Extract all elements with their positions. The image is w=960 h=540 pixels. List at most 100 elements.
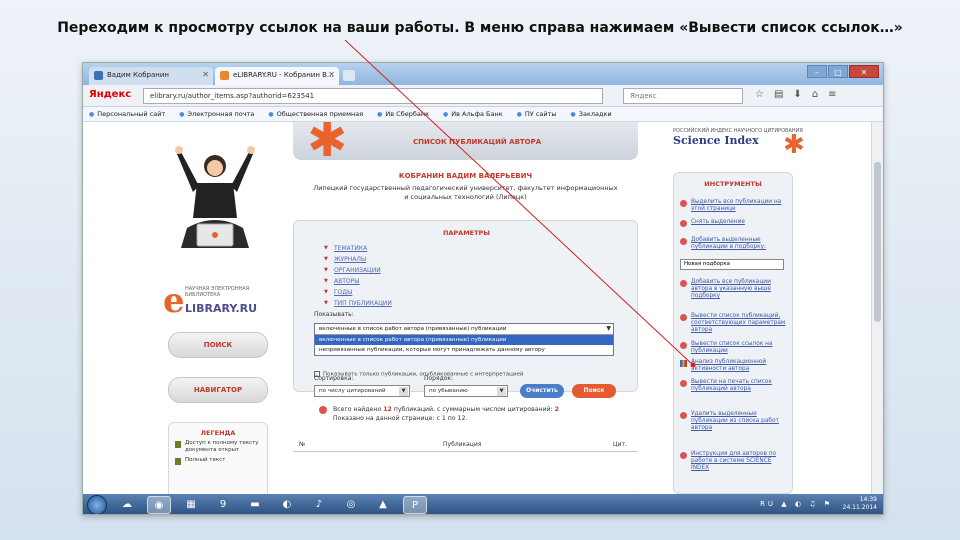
chevron-down-icon[interactable]: ▼ xyxy=(497,387,506,396)
parameters-panel: ПАРАМЕТРЫ ТЕМАТИКА ЖУРНАЛЫ ОРГАНИЗАЦИИ А… xyxy=(293,220,638,398)
bookmark-item[interactable]: Общественная приемная xyxy=(268,110,364,118)
tool-analysis[interactable]: Анализ публикационной активности автора xyxy=(680,359,790,373)
science-index-logo[interactable]: РОССИЙСКИЙ ИНДЕКС НАУЧНОГО ЦИТИРОВАНИЯ S… xyxy=(673,128,823,168)
param-link-journals[interactable]: ЖУРНАЛЫ xyxy=(324,254,392,265)
page-banner: ✱ СПИСОК ПУБЛИКАЦИЙ АВТОРА xyxy=(293,122,638,164)
legend-item: Полный текст xyxy=(169,454,267,465)
author-organization: Липецкий государственный педагогический … xyxy=(313,184,618,201)
parameters-title: ПАРАМЕТРЫ xyxy=(442,229,491,237)
author-name: КОБРАНИН ВАДИМ ВАЛЕРЬЕВИЧ xyxy=(398,172,533,180)
tool-add-selected[interactable]: Добавить выделенные публикации в подборк… xyxy=(680,237,790,251)
taskbar-music-icon[interactable]: ♪ xyxy=(307,496,331,514)
system-clock[interactable]: 14:39 24.11.2014 xyxy=(843,496,877,512)
bookmark-item[interactable]: ПУ сайты xyxy=(517,110,557,118)
bookmark-item[interactable]: Ив Сбербанк xyxy=(377,110,429,118)
tool-list-citations[interactable]: Вывести список ссылок на публикации xyxy=(680,341,790,355)
close-window-button[interactable]: ✕ xyxy=(849,65,879,78)
right-column: РОССИЙСКИЙ ИНДЕКС НАУЧНОГО ЦИТИРОВАНИЯ S… xyxy=(673,122,865,494)
show-dropdown[interactable]: включенные в список работ автора (привяз… xyxy=(314,323,614,356)
tool-add-all[interactable]: Добавить все публикации автора в указанн… xyxy=(680,279,790,300)
tool-remove-selected[interactable]: Удалить выделенные публикации из списка … xyxy=(680,411,790,432)
sort-label: Сортировка: xyxy=(314,375,354,382)
chevron-down-icon[interactable]: ▼ xyxy=(606,325,611,332)
legend-panel: ЛЕГЕНДА Доступ к полному тексту документ… xyxy=(168,422,268,494)
sort-select[interactable]: по числу цитирований ▼ xyxy=(314,385,410,397)
submit-search-button[interactable]: Поиск xyxy=(572,384,616,398)
taskbar-powerpoint-icon[interactable]: P xyxy=(403,496,427,514)
bookmark-item[interactable]: Ив Альфа Банк xyxy=(443,110,502,118)
tab-close-icon[interactable]: ✕ xyxy=(328,70,335,79)
tab-elibrary[interactable]: eLIBRARY.RU - Кобранин В... ✕ xyxy=(215,67,339,85)
web-page: e НАУЧНАЯ ЭЛЕКТРОННАЯ БИБЛИОТЕКА LIBRARY… xyxy=(83,122,873,494)
bookmark-item[interactable]: Электронная почта xyxy=(179,110,255,118)
dropdown-current-value: включенные в список работ автора (привяз… xyxy=(315,324,613,335)
publications-table-header: № Публикация Цит. xyxy=(293,440,638,452)
clipboard-icon[interactable]: ▤ xyxy=(774,89,783,100)
tool-deselect[interactable]: Снять выделение xyxy=(680,219,790,227)
taskbar-acrobat-icon[interactable]: ▲ xyxy=(371,496,395,514)
system-tray-icons[interactable]: RU ▲ ◐ ♫ ⚑ xyxy=(760,500,833,508)
tool-print[interactable]: Вывести на печать список публикаций авто… xyxy=(680,379,790,393)
tab-favicon-icon xyxy=(94,71,103,80)
bookmark-item[interactable]: Закладки xyxy=(571,110,612,118)
window-controls: – □ ✕ xyxy=(807,65,879,78)
param-link-pub-type[interactable]: ТИП ПУБЛИКАЦИИ xyxy=(324,298,392,309)
new-tab-button[interactable] xyxy=(343,70,355,81)
menu-icon[interactable]: ≡ xyxy=(828,89,836,100)
minimize-button[interactable]: – xyxy=(807,65,827,78)
collection-select[interactable]: Новая подборка xyxy=(680,259,784,270)
order-label: Порядок: xyxy=(424,375,454,382)
tool-instructions[interactable]: Инструкция для авторов по работе в систе… xyxy=(680,451,790,472)
taskbar-notes-icon[interactable]: ▬ xyxy=(243,496,267,514)
download-icon[interactable]: ⬇ xyxy=(793,89,801,100)
yandex-logo[interactable]: Яндекс xyxy=(89,89,131,100)
show-label: Показывать: xyxy=(314,311,354,318)
tab-close-icon[interactable]: ✕ xyxy=(202,70,209,79)
elibrary-logo-mark: e xyxy=(163,281,185,321)
page-title: СПИСОК ПУБЛИКАЦИЙ АВТОРА xyxy=(413,138,542,146)
param-link-organizations[interactable]: ОРГАНИЗАЦИИ xyxy=(324,265,392,276)
param-link-authors[interactable]: АВТОРЫ xyxy=(324,276,392,287)
start-button[interactable] xyxy=(87,495,107,514)
bookmark-star-icon[interactable]: ☆ xyxy=(755,89,764,100)
legend-item: Доступ к полному тексту документа открыт xyxy=(169,437,267,454)
column-header-number: № xyxy=(299,441,306,448)
home-icon[interactable]: ⌂ xyxy=(812,89,818,100)
tab-profile[interactable]: Вадим Кобранин ✕ xyxy=(89,67,213,85)
dropdown-option[interactable]: включенные в список работ автора (привяз… xyxy=(315,335,613,345)
elibrary-name: LIBRARY.RU xyxy=(185,302,258,315)
taskbar-firefox-icon[interactable]: ◉ xyxy=(147,496,171,514)
maximize-button[interactable]: □ xyxy=(828,65,848,78)
results-count: 12 xyxy=(383,406,392,413)
elibrary-logo[interactable]: e НАУЧНАЯ ЭЛЕКТРОННАЯ БИБЛИОТЕКА LIBRARY… xyxy=(163,282,273,322)
chevron-down-icon[interactable]: ▼ xyxy=(399,387,408,396)
tools-panel: ИНСТРУМЕНТЫ Выделить все публикации на э… xyxy=(673,172,793,494)
clear-button[interactable]: Очистить xyxy=(520,384,564,398)
scrollbar-thumb[interactable] xyxy=(874,162,881,322)
dropdown-option[interactable]: непривязанные публикации, которые могут … xyxy=(315,345,613,355)
browser-screenshot: Вадим Кобранин ✕ eLIBRARY.RU - Кобранин … xyxy=(82,62,884,515)
clock-time: 14:39 xyxy=(859,496,877,503)
order-select[interactable]: по убыванию ▼ xyxy=(424,385,508,397)
taskbar-explorer-icon[interactable]: ☁ xyxy=(115,496,139,514)
bookmark-item[interactable]: Персональный сайт xyxy=(89,110,165,118)
navigator-button[interactable]: НАВИГАТОР xyxy=(168,377,268,403)
parameter-links: ТЕМАТИКА ЖУРНАЛЫ ОРГАНИЗАЦИИ АВТОРЫ ГОДЫ… xyxy=(324,243,392,309)
tab-label: Вадим Кобранин xyxy=(107,71,169,79)
param-link-topics[interactable]: ТЕМАТИКА xyxy=(324,243,392,254)
url-input[interactable] xyxy=(143,88,603,104)
column-header-publication: Публикация xyxy=(443,441,482,448)
results-text: публикаций, с суммарным числом цитирован… xyxy=(391,406,555,413)
taskbar-app-icon[interactable]: ◎ xyxy=(339,496,363,514)
taskbar-chrome-icon[interactable]: ◐ xyxy=(275,496,299,514)
search-input[interactable] xyxy=(623,88,743,104)
tool-select-all[interactable]: Выделить все публикации на этой странице xyxy=(680,199,790,213)
asterisk-logo-icon: ✱ xyxy=(307,122,348,168)
tool-list-publications[interactable]: Вывести список публикаций, соответствующ… xyxy=(680,313,790,334)
taskbar-calc-icon[interactable]: ▦ xyxy=(179,496,203,514)
search-button[interactable]: ПОИСК xyxy=(168,332,268,358)
tab-label: eLIBRARY.RU - Кобранин В... xyxy=(233,71,334,79)
page-scrollbar[interactable] xyxy=(871,122,883,494)
taskbar-calendar-icon[interactable]: 9 xyxy=(211,496,235,514)
param-link-years[interactable]: ГОДЫ xyxy=(324,287,392,298)
